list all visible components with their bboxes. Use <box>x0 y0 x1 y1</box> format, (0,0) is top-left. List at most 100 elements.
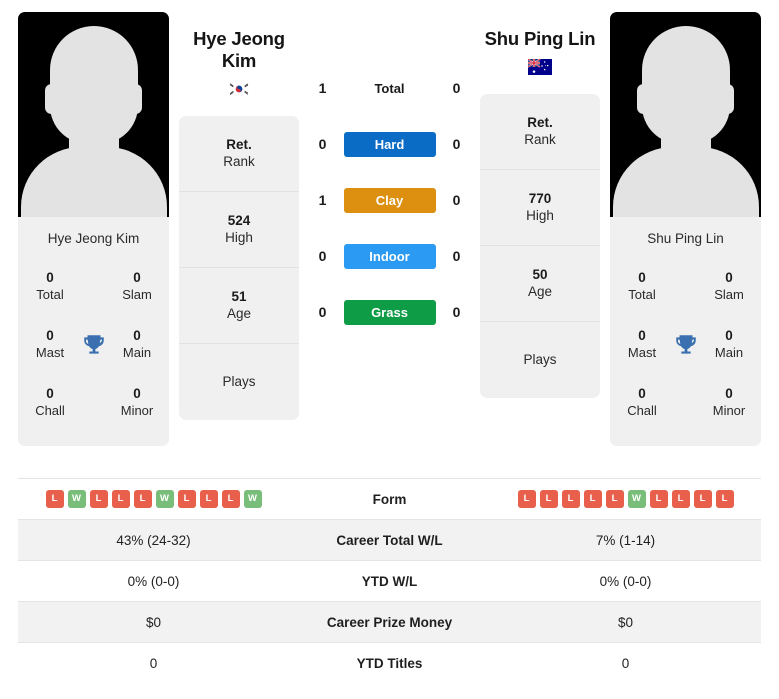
h2h-left-score: 0 <box>318 304 327 320</box>
table-row-ytd-titles: 0 YTD Titles 0 <box>18 642 761 684</box>
title-value: 0 <box>46 328 54 344</box>
title-value: 0 <box>46 270 54 286</box>
titles-row: 0 Mast 0 Main <box>616 316 755 374</box>
h2h-left-score: 0 <box>318 136 327 152</box>
form-chip-loss[interactable]: L <box>221 490 240 508</box>
stat-value-right: $0 <box>490 601 761 643</box>
form-chip-loss[interactable]: L <box>693 490 712 508</box>
title-value: 0 <box>133 328 141 344</box>
form-chip-win[interactable]: W <box>155 490 174 508</box>
title-slam-left: 0 Slam <box>111 270 163 303</box>
form-chip-loss[interactable]: L <box>89 490 108 508</box>
h2h-surface-grass[interactable]: Grass <box>343 299 436 325</box>
silhouette-body-icon <box>20 147 167 217</box>
stat-label: Age <box>527 284 553 300</box>
form-cell-right: LLLLLWLLLL <box>490 478 761 520</box>
h2h-left-score: 1 <box>318 192 327 208</box>
h2h-right-score: 0 <box>452 248 461 264</box>
titles-row: 0 Total 0 Slam <box>616 258 755 316</box>
title-value: 0 <box>133 386 141 402</box>
title-label: Main <box>714 345 744 361</box>
form-chip-loss[interactable]: L <box>649 490 668 508</box>
h2h-row-grass: 0 Grass 0 <box>299 284 480 340</box>
titles-row: 0 Chall 0 Minor <box>616 374 755 432</box>
h2h-left-score: 0 <box>318 248 327 264</box>
h2h-row-clay: 1 Clay 0 <box>299 172 480 228</box>
player-photo-card-left[interactable]: Hye Jeong Kim 0 Total 0 Slam 0 Mast 0 Ma… <box>18 12 169 446</box>
stat-label: Rank <box>524 132 556 148</box>
form-chip-loss[interactable]: L <box>561 490 580 508</box>
player-info-column-right: Shu Ping Lin Ret. Rank 770 High 50 Age P… <box>480 0 600 398</box>
title-mast-right: 0 Mast <box>616 328 668 361</box>
player-photo-card-right[interactable]: Shu Ping Lin 0 Total 0 Slam 0 Mast 0 Mai… <box>610 12 761 446</box>
form-chip-loss[interactable]: L <box>517 490 536 508</box>
stat-value-right: 0 <box>490 642 761 684</box>
stat-value-left: 43% (24-32) <box>18 519 289 561</box>
comparison-stats-table: LWLLLWLLLW Form LLLLLWLLLL 43% (24-32) C… <box>18 478 761 684</box>
title-label: Chall <box>627 403 657 419</box>
australia-flag-icon <box>528 58 552 75</box>
form-chip-loss[interactable]: L <box>45 490 64 508</box>
titles-grid-right: 0 Total 0 Slam 0 Mast 0 Main 0 Chall 0 M… <box>610 258 761 446</box>
form-chip-loss[interactable]: L <box>199 490 218 508</box>
table-row-form: LWLLLWLLLW Form LLLLLWLLLL <box>18 478 761 520</box>
stat-label: Plays <box>222 373 256 389</box>
stat-row-label: Career Prize Money <box>289 601 490 643</box>
form-strip-left: LWLLLWLLLW <box>18 490 289 508</box>
form-chip-loss[interactable]: L <box>177 490 196 508</box>
stat-value-right: 7% (1-14) <box>490 519 761 561</box>
h2h-surface-clay[interactable]: Clay <box>343 187 436 213</box>
player-name-line1: Shu Ping Lin <box>484 28 596 49</box>
title-value: 0 <box>133 270 141 286</box>
h2h-row-indoor: 0 Indoor 0 <box>299 228 480 284</box>
stat-value-left: 0 <box>18 642 289 684</box>
h2h-surface-hard[interactable]: Hard <box>343 131 436 157</box>
stat-age-right: 50 Age <box>480 246 600 322</box>
player-name-left: Hye Jeong Kim <box>179 28 299 72</box>
form-chip-loss[interactable]: L <box>133 490 152 508</box>
form-chip-loss[interactable]: L <box>111 490 130 508</box>
h2h-right-score: 0 <box>452 192 461 208</box>
player-info-column-left: Hye Jeong Kim Ret. Rank 524 High 51 Age … <box>179 0 299 420</box>
table-row-ytd-wl: 0% (0-0) YTD W/L 0% (0-0) <box>18 560 761 602</box>
title-value: 0 <box>638 270 646 286</box>
titles-row: 0 Total 0 Slam <box>24 258 163 316</box>
form-chip-win[interactable]: W <box>627 490 646 508</box>
title-value: 0 <box>46 386 54 402</box>
h2h-surface-indoor[interactable]: Indoor <box>343 243 436 269</box>
form-chip-loss[interactable]: L <box>671 490 690 508</box>
stat-row-label: YTD W/L <box>289 560 490 602</box>
form-chip-win[interactable]: W <box>243 490 262 508</box>
form-cell-left: LWLLLWLLLW <box>18 478 289 520</box>
title-chall-left: 0 Chall <box>24 386 76 419</box>
stat-label: Age <box>226 306 252 322</box>
title-label: Total <box>628 287 656 303</box>
player-name-right: Shu Ping Lin <box>480 28 600 50</box>
title-value: 0 <box>725 328 733 344</box>
player-stat-panel-left: Ret. Rank 524 High 51 Age Plays <box>179 115 299 420</box>
stat-label: Plays <box>523 352 557 368</box>
player-name-line1: Hye Jeong <box>193 28 285 49</box>
stat-value: 50 <box>532 266 548 282</box>
title-label: Minor <box>120 403 154 419</box>
form-chip-loss[interactable]: L <box>715 490 734 508</box>
titles-row: 0 Chall 0 Minor <box>24 374 163 432</box>
stat-rank-right: Ret. Rank <box>480 94 600 170</box>
form-chip-loss[interactable]: L <box>605 490 624 508</box>
stat-plays-left: Plays <box>179 344 299 420</box>
form-chip-loss[interactable]: L <box>539 490 558 508</box>
title-value: 0 <box>638 328 646 344</box>
title-mast-left: 0 Mast <box>24 328 76 361</box>
title-label: Mast <box>35 345 65 361</box>
titles-row: 0 Mast 0 Main <box>24 316 163 374</box>
photo-caption-right: Shu Ping Lin <box>610 217 761 258</box>
title-main-left: 0 Main <box>111 328 163 361</box>
avatar-left <box>18 12 169 217</box>
form-chip-loss[interactable]: L <box>583 490 602 508</box>
head-to-head-column: 1 Total 0 0 Hard 0 1 Clay 0 0 Indoor 0 0… <box>299 0 480 340</box>
form-chip-win[interactable]: W <box>67 490 86 508</box>
stat-row-label: Form <box>289 478 490 520</box>
player-stat-panel-right: Ret. Rank 770 High 50 Age Plays <box>480 93 600 398</box>
title-total-left: 0 Total <box>24 270 76 303</box>
stat-label: Rank <box>223 154 255 170</box>
